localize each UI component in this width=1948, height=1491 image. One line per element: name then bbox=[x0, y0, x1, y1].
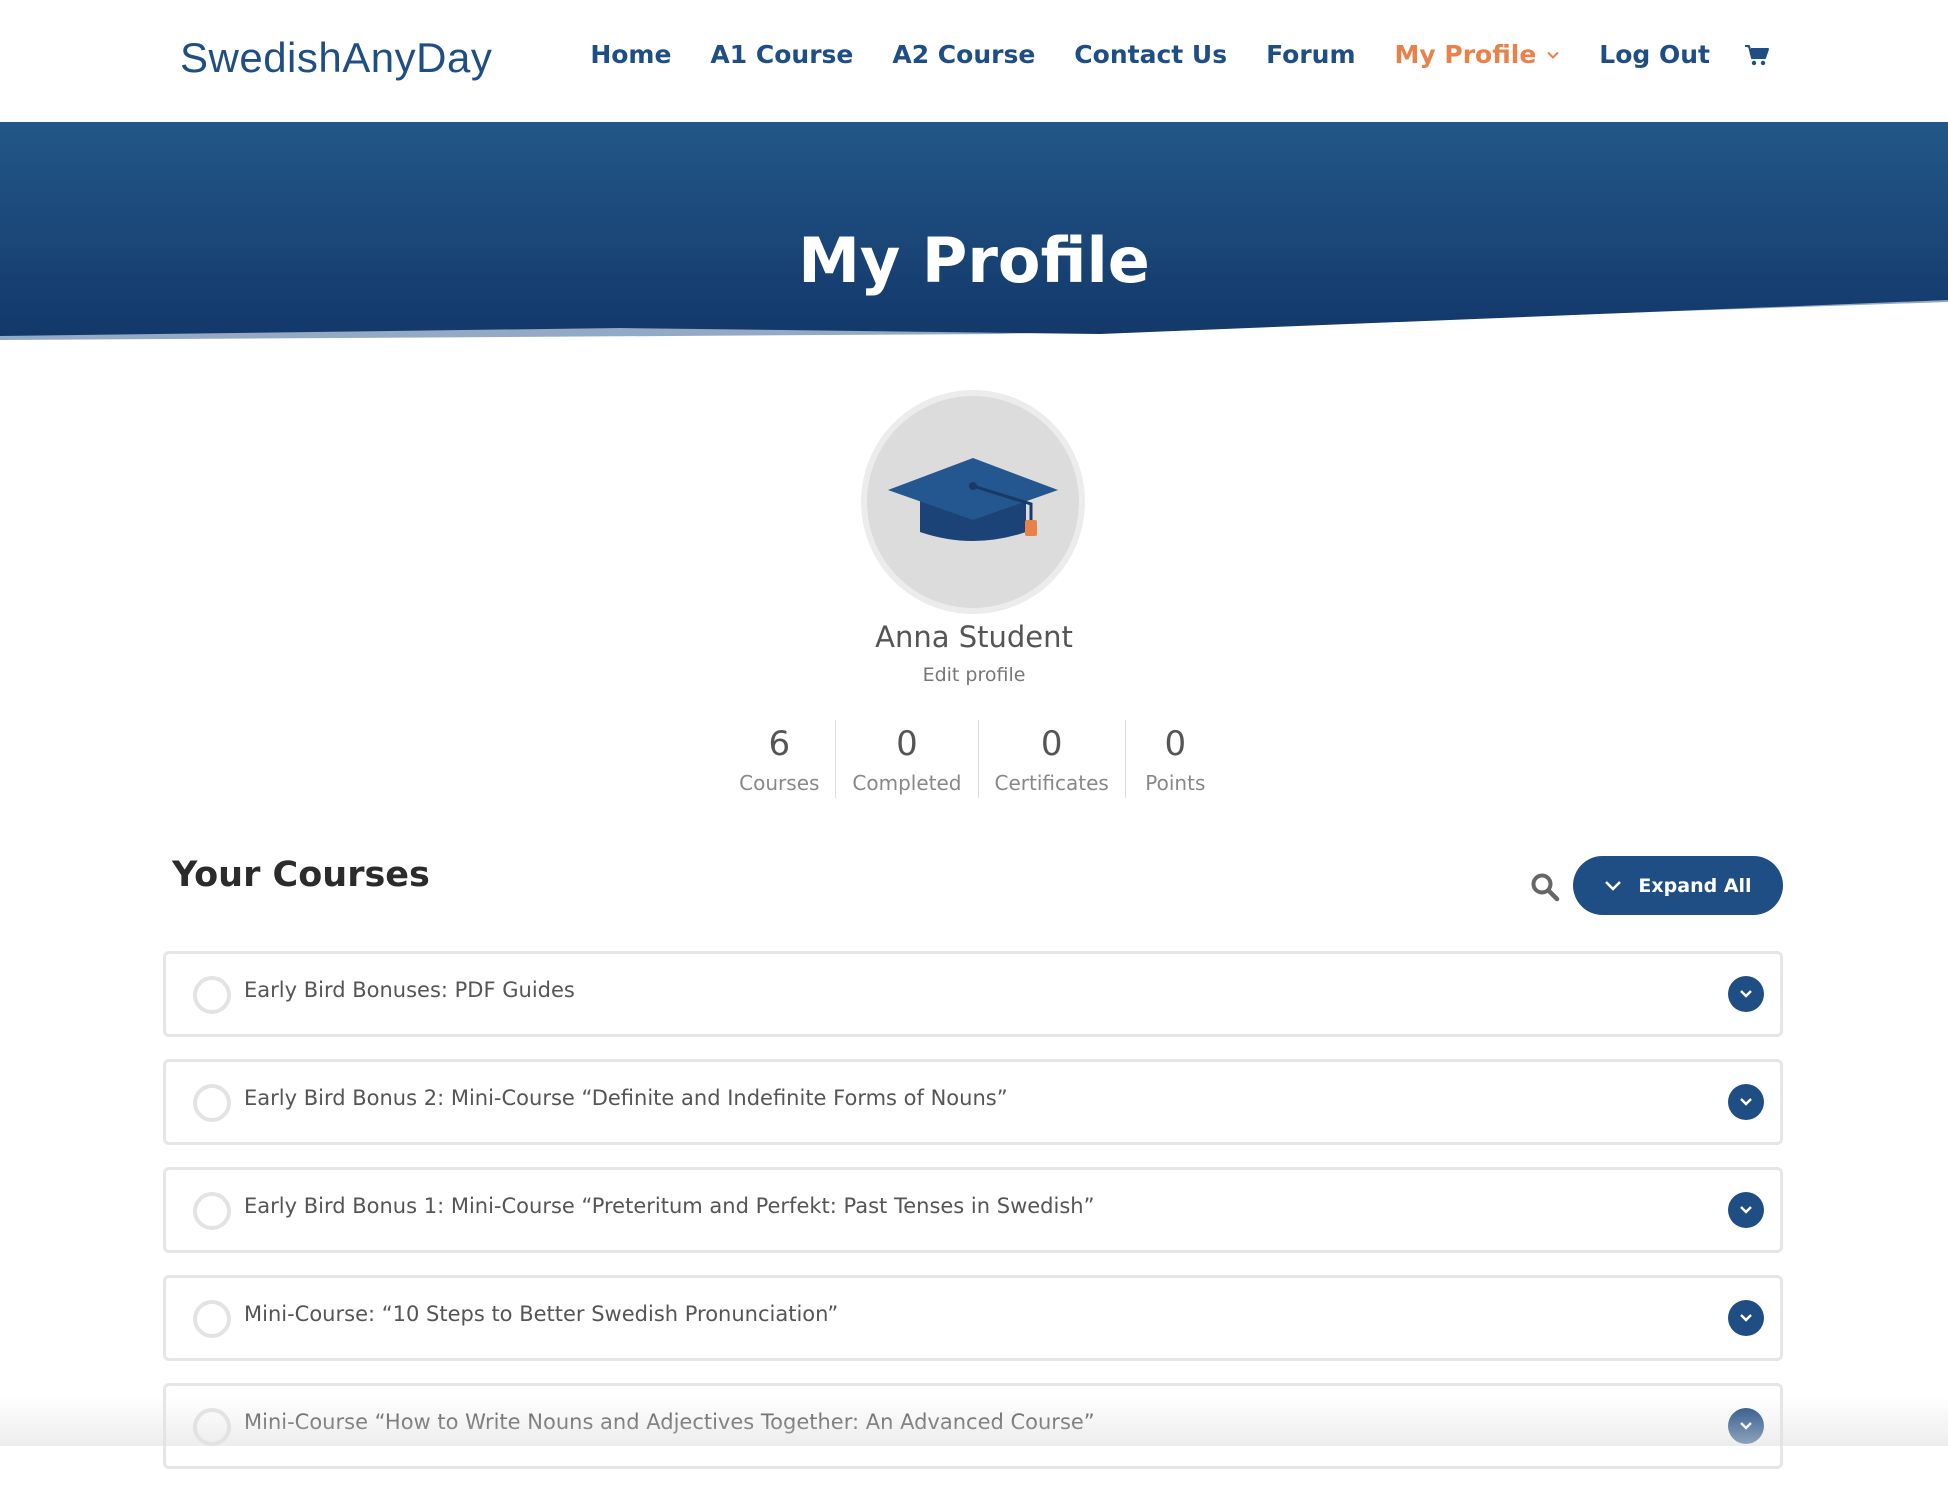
chevron-down-icon bbox=[1740, 990, 1752, 998]
chevron-down-icon bbox=[1605, 880, 1622, 891]
chevron-down-icon bbox=[1740, 1422, 1752, 1430]
chevron-down-icon bbox=[1740, 1314, 1752, 1322]
user-name: Anna Student bbox=[875, 620, 1073, 654]
course-status-circle bbox=[193, 1192, 231, 1230]
nav-my-profile[interactable]: My Profile bbox=[1395, 40, 1561, 69]
stat-courses-value: 6 bbox=[768, 724, 791, 764]
course-title: Early Bird Bonuses: PDF Guides bbox=[244, 978, 575, 1002]
cart-icon[interactable] bbox=[1744, 42, 1770, 68]
stat-certificates: 0 Certificates bbox=[977, 720, 1125, 798]
chevron-down-icon bbox=[1740, 1098, 1752, 1106]
nav-home[interactable]: Home bbox=[590, 40, 671, 69]
stat-points-value: 0 bbox=[1164, 724, 1187, 764]
nav-a1-course[interactable]: A1 Course bbox=[710, 40, 853, 69]
nav-forum[interactable]: Forum bbox=[1266, 40, 1355, 69]
page-title: My Profile bbox=[798, 223, 1150, 297]
courses-heading: Your Courses bbox=[172, 855, 430, 895]
expand-all-label: Expand All bbox=[1638, 874, 1752, 897]
course-title: Early Bird Bonus 2: Mini-Course “Definit… bbox=[244, 1086, 1008, 1110]
edit-profile-link[interactable]: Edit profile bbox=[0, 664, 1948, 686]
stat-certificates-label: Certificates bbox=[994, 771, 1109, 795]
chevron-down-icon bbox=[1547, 51, 1559, 59]
expand-all-button[interactable]: Expand All bbox=[1573, 856, 1783, 915]
nav-a1-course-label: A1 Course bbox=[710, 40, 854, 69]
course-status-circle bbox=[193, 1408, 231, 1446]
nav-contact-us[interactable]: Contact Us bbox=[1074, 40, 1227, 69]
search-icon[interactable] bbox=[1530, 872, 1560, 902]
course-expand-toggle[interactable] bbox=[1728, 1300, 1764, 1336]
hero-banner: My Profile bbox=[0, 122, 1948, 342]
course-list: Early Bird Bonuses: PDF Guides Early Bir… bbox=[163, 951, 1783, 1491]
course-row[interactable]: Mini-Course “How to Write Nouns and Adje… bbox=[163, 1383, 1783, 1469]
nav-a2-course-label: A2 Course bbox=[892, 40, 1036, 69]
stat-completed: 0 Completed bbox=[835, 720, 977, 798]
main-nav: Home A1 Course A2 Course Contact Us Foru… bbox=[551, 40, 1770, 69]
site-logo[interactable]: SwedishAnyDay bbox=[180, 34, 492, 82]
course-row[interactable]: Early Bird Bonus 1: Mini-Course “Preteri… bbox=[163, 1167, 1783, 1253]
course-row[interactable]: Early Bird Bonuses: PDF Guides bbox=[163, 951, 1783, 1037]
chevron-down-icon bbox=[1740, 1206, 1752, 1214]
course-expand-toggle[interactable] bbox=[1728, 976, 1764, 1012]
nav-my-profile-label: My Profile bbox=[1394, 40, 1537, 69]
nav-contact-us-label: Contact Us bbox=[1074, 40, 1228, 69]
site-header: SwedishAnyDay Home A1 Course A2 Course C… bbox=[0, 0, 1948, 122]
course-row[interactable]: Early Bird Bonus 2: Mini-Course “Definit… bbox=[163, 1059, 1783, 1145]
course-title: Mini-Course: “10 Steps to Better Swedish… bbox=[244, 1302, 839, 1326]
stat-courses-label: Courses bbox=[739, 771, 820, 795]
avatar bbox=[861, 390, 1085, 614]
stat-certificates-value: 0 bbox=[1040, 724, 1063, 764]
course-row[interactable]: Mini-Course: “10 Steps to Better Swedish… bbox=[163, 1275, 1783, 1361]
course-expand-toggle[interactable] bbox=[1728, 1408, 1764, 1444]
nav-a2-course[interactable]: A2 Course bbox=[892, 40, 1035, 69]
course-title: Mini-Course “How to Write Nouns and Adje… bbox=[244, 1410, 1095, 1434]
stat-courses: 6 Courses bbox=[723, 720, 835, 798]
stat-points: 0 Points bbox=[1124, 720, 1225, 798]
course-expand-toggle[interactable] bbox=[1728, 1192, 1764, 1228]
nav-forum-label: Forum bbox=[1266, 40, 1356, 69]
stat-completed-label: Completed bbox=[852, 771, 962, 795]
stat-completed-value: 0 bbox=[896, 724, 918, 764]
nav-home-label: Home bbox=[590, 40, 672, 69]
course-status-circle bbox=[193, 1300, 231, 1338]
course-expand-toggle[interactable] bbox=[1728, 1084, 1764, 1120]
nav-log-out[interactable]: Log Out bbox=[1599, 40, 1710, 69]
course-title: Early Bird Bonus 1: Mini-Course “Preteri… bbox=[244, 1194, 1095, 1218]
profile-stats: 6 Courses 0 Completed 0 Certificates 0 P… bbox=[0, 720, 1948, 798]
stat-points-label: Points bbox=[1145, 771, 1206, 795]
course-status-circle bbox=[193, 976, 231, 1014]
nav-log-out-label: Log Out bbox=[1599, 40, 1710, 69]
course-status-circle bbox=[193, 1084, 231, 1122]
graduation-cap-icon bbox=[888, 458, 1058, 541]
